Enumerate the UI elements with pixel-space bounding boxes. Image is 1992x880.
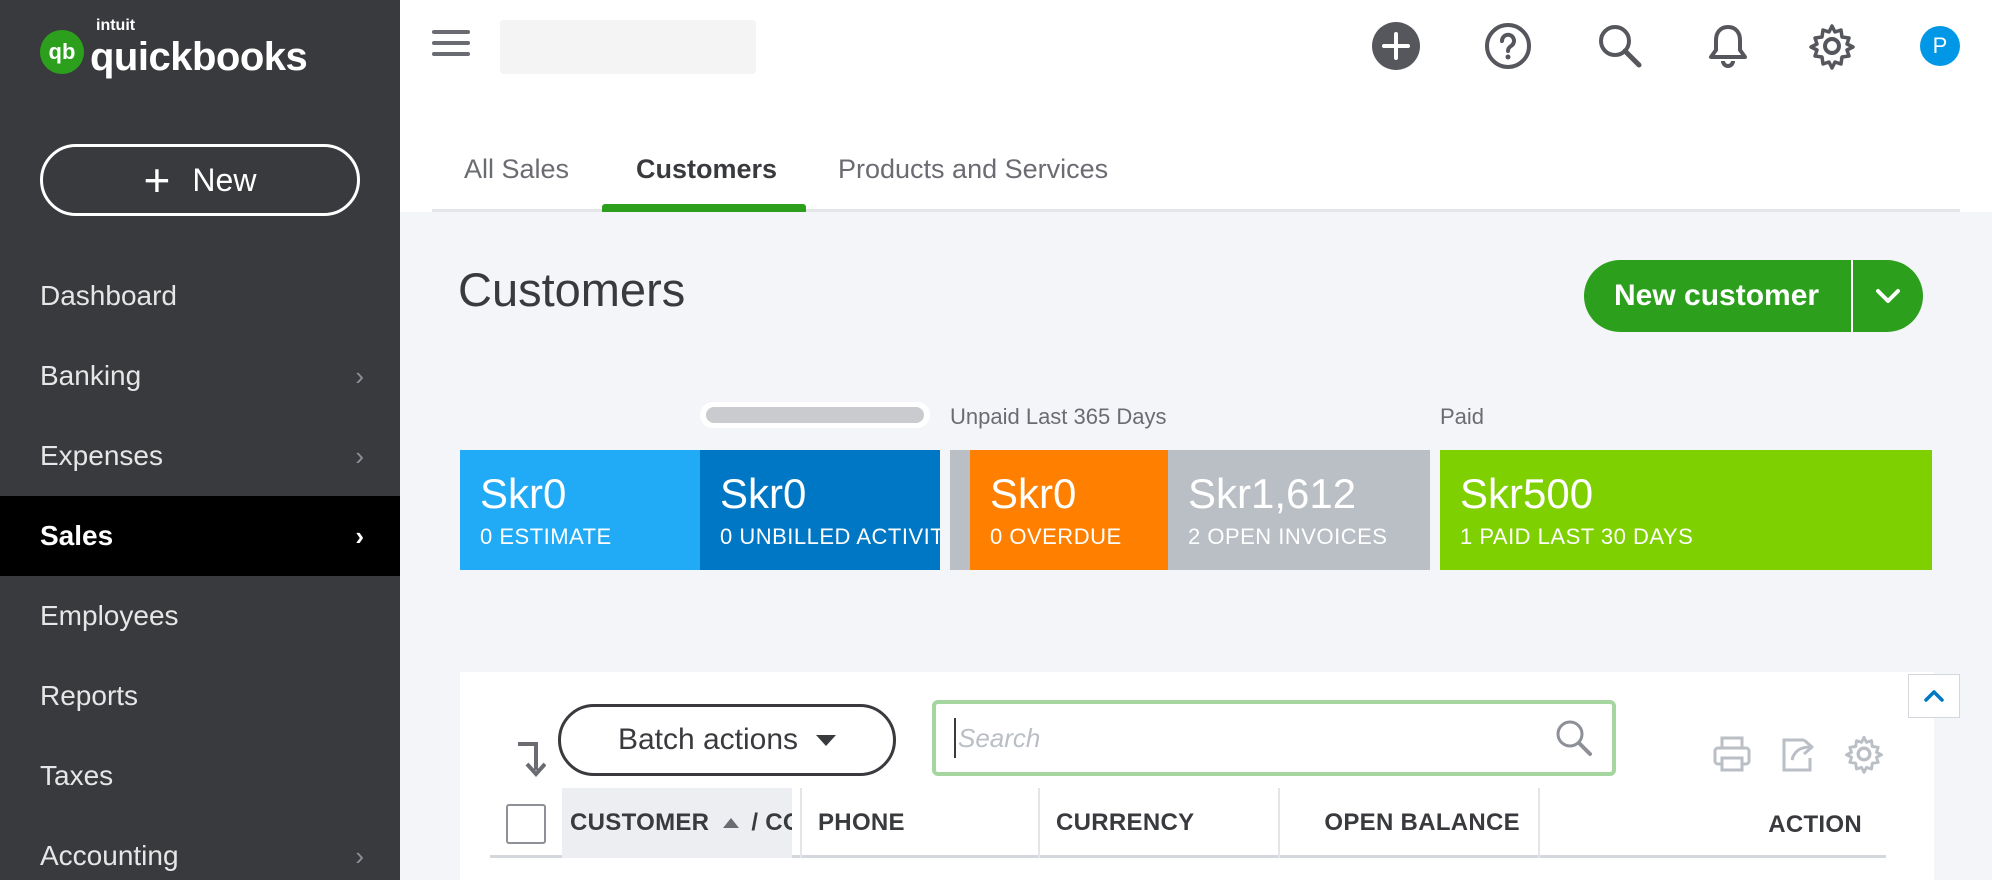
- column-header-phone[interactable]: PHONE: [818, 788, 1018, 858]
- column-divider: [1278, 788, 1280, 858]
- batch-actions-button[interactable]: Batch actions: [558, 704, 896, 776]
- sidebar: qb intuit quickbooks + New Dashboard Ban…: [0, 0, 400, 880]
- export-icon[interactable]: [1776, 732, 1820, 776]
- segment-label: 0 UNBILLED ACTIVITY: [720, 524, 940, 549]
- sort-arrow-icon[interactable]: [510, 738, 547, 783]
- segment-amount: Skr500: [1460, 470, 1594, 517]
- select-all-checkbox[interactable]: [506, 804, 546, 844]
- sales-tabs: All Sales Customers Products and Service…: [400, 92, 1992, 212]
- chevron-down-icon: [1876, 289, 1901, 303]
- help-icon[interactable]: [1484, 22, 1532, 70]
- sidebar-item-dashboard[interactable]: Dashboard: [0, 256, 400, 336]
- page-title: Customers: [458, 263, 686, 316]
- table-header-row: CUSTOMER / COMPANY PHONE CURRENCY OPEN B…: [490, 788, 1886, 858]
- sidebar-item-label: Expenses: [40, 440, 163, 471]
- money-bar-estimate[interactable]: Skr0 0 ESTIMATE: [460, 450, 700, 570]
- chevron-right-icon: ›: [355, 520, 364, 551]
- bell-icon[interactable]: [1704, 22, 1752, 70]
- sidebar-item-banking[interactable]: Banking ›: [0, 336, 400, 416]
- tab-all-sales[interactable]: All Sales: [464, 154, 569, 212]
- column-divider: [1038, 788, 1040, 858]
- sidebar-item-sales[interactable]: Sales ›: [0, 496, 400, 576]
- loading-placeholder-bar: [700, 402, 930, 428]
- sidebar-item-employees[interactable]: Employees: [0, 576, 400, 656]
- logo-intuit-text: intuit: [96, 16, 136, 34]
- sidebar-item-reports[interactable]: Reports: [0, 656, 400, 736]
- money-bar-gap: [950, 450, 970, 570]
- batch-actions-label: Batch actions: [617, 723, 799, 756]
- new-customer-button-group: New customer: [1584, 260, 1924, 332]
- sidebar-item-label: Reports: [40, 680, 139, 711]
- quickbooks-logo[interactable]: qb intuit quickbooks: [40, 17, 308, 82]
- sort-ascending-icon: [723, 818, 740, 828]
- plus-icon: +: [143, 154, 171, 206]
- segment-amount: Skr0: [720, 470, 807, 517]
- sidebar-item-label: Taxes: [40, 760, 114, 791]
- hamburger-menu-icon[interactable]: [432, 30, 470, 60]
- print-icon[interactable]: [1710, 732, 1754, 776]
- active-tab-indicator: [602, 204, 806, 212]
- new-customer-button[interactable]: New customer: [1584, 260, 1854, 332]
- column-header-currency[interactable]: CURRENCY: [1056, 788, 1256, 858]
- column-header-customer-label: CUSTOMER: [570, 809, 710, 836]
- collapse-button[interactable]: [1908, 674, 1960, 718]
- segment-amount: Skr0: [480, 470, 567, 517]
- column-header-open-balance[interactable]: OPEN BALANCE: [1290, 788, 1520, 858]
- company-name-placeholder: [500, 20, 756, 74]
- chevron-right-icon: ›: [355, 360, 364, 391]
- segment-label: 0 ESTIMATE: [480, 524, 612, 549]
- new-customer-dropdown-button[interactable]: [1853, 260, 1923, 332]
- column-divider: [800, 788, 802, 858]
- search-icon[interactable]: [1554, 718, 1594, 758]
- sidebar-item-label: Banking: [40, 360, 142, 391]
- segment-label: 1 PAID LAST 30 DAYS: [1460, 524, 1694, 549]
- chevron-up-icon: [1924, 690, 1944, 702]
- tab-products-and-services[interactable]: Products and Services: [838, 154, 1108, 212]
- chevron-right-icon: ›: [355, 840, 364, 871]
- new-button[interactable]: + New: [40, 144, 360, 216]
- top-bar: P: [400, 0, 1992, 92]
- sidebar-item-expenses[interactable]: Expenses ›: [0, 416, 400, 496]
- sidebar-item-accounting[interactable]: Accounting ›: [0, 816, 400, 880]
- avatar[interactable]: P: [1920, 26, 1960, 66]
- caret-down-icon: [816, 734, 837, 746]
- sidebar-item-label: Accounting: [40, 840, 179, 871]
- customer-search-box: [932, 700, 1616, 776]
- segment-amount: Skr0: [990, 470, 1077, 517]
- sidebar-item-label: Dashboard: [40, 280, 177, 311]
- gear-icon[interactable]: [1808, 22, 1856, 70]
- segment-amount: Skr1,612: [1188, 470, 1357, 517]
- money-bar-overdue[interactable]: Skr0 0 OVERDUE: [970, 450, 1168, 570]
- column-header-separator-slash: /: [751, 809, 766, 836]
- segment-label: 0 OVERDUE: [990, 524, 1122, 549]
- table-settings-gear-icon[interactable]: [1842, 732, 1886, 776]
- qb-logo-icon: qb: [40, 30, 84, 74]
- sidebar-item-taxes[interactable]: Taxes: [0, 736, 400, 816]
- unpaid-label: Unpaid Last 365 Days: [950, 404, 1167, 429]
- chevron-right-icon: ›: [355, 440, 364, 471]
- search-icon[interactable]: [1596, 22, 1644, 70]
- sidebar-item-label: Sales: [40, 520, 114, 551]
- column-header-company-label: COMPANY: [765, 809, 792, 836]
- segment-label: 2 OPEN INVOICES: [1188, 524, 1388, 549]
- sidebar-nav: Dashboard Banking › Expenses › Sales › E…: [0, 256, 400, 880]
- money-bar-open-invoices[interactable]: Skr1,612 2 OPEN INVOICES: [1168, 450, 1430, 570]
- sidebar-item-label: Employees: [40, 600, 179, 631]
- logo-quickbooks-text: quickbooks: [90, 34, 308, 79]
- plus-circle-icon[interactable]: [1372, 22, 1420, 70]
- search-input[interactable]: [954, 718, 1514, 758]
- new-button-label: New: [192, 161, 257, 198]
- paid-label: Paid: [1440, 404, 1485, 429]
- column-header-action: ACTION: [1768, 811, 1862, 838]
- money-bar-paid[interactable]: Skr500 1 PAID LAST 30 DAYS: [1440, 450, 1932, 570]
- column-divider: [1538, 788, 1540, 858]
- column-header-customer-company[interactable]: CUSTOMER / COMPANY: [562, 788, 792, 858]
- money-bar-unbilled-activity[interactable]: Skr0 0 UNBILLED ACTIVITY: [700, 450, 940, 570]
